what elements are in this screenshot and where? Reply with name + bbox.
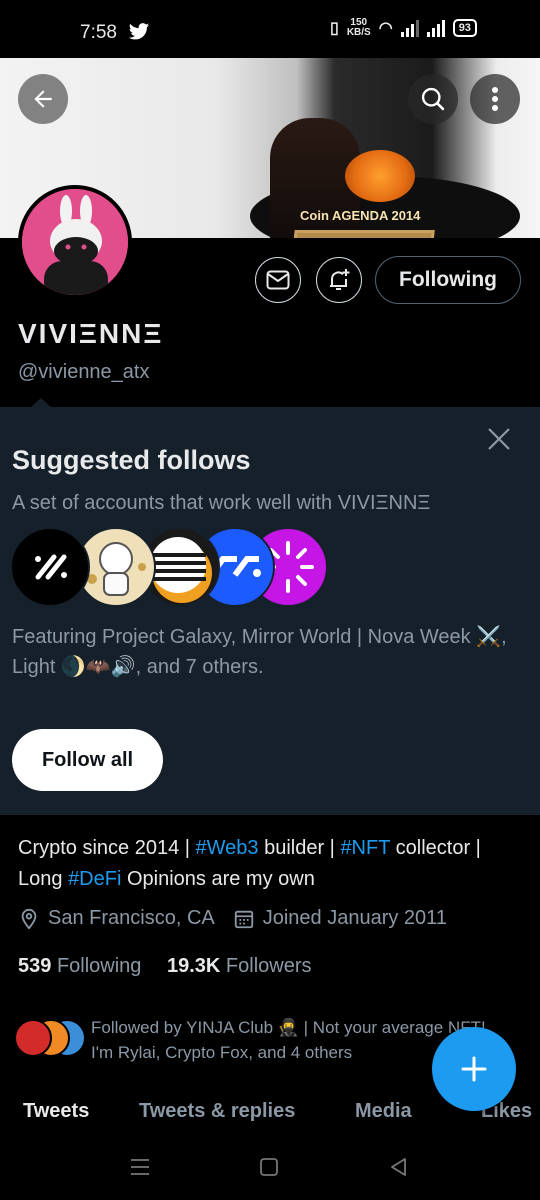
vibrate-icon: ▯ <box>330 20 339 37</box>
followers-count: 19.3K <box>166 955 221 977</box>
wifi-icon: ◠ <box>378 20 393 37</box>
compose-tweet-button[interactable] <box>432 1027 516 1111</box>
slash-logo-icon <box>35 554 67 580</box>
signal-icon <box>400 19 419 37</box>
profile-avatar[interactable] <box>18 185 132 299</box>
banner-flowers <box>345 150 415 202</box>
follow-counts: 539 Following 19.3K Followers <box>18 955 312 978</box>
menu-lines-icon <box>131 1159 149 1175</box>
search-icon <box>421 87 445 111</box>
display-name: VIVIΞNNΞ <box>18 318 164 349</box>
plus-icon <box>461 1056 487 1082</box>
banner-cake <box>289 230 435 238</box>
bio-text: Crypto since 2014 | <box>18 837 196 859</box>
mutual-avatar <box>14 1019 52 1057</box>
signal-icon-2 <box>426 19 445 37</box>
close-suggestions-button[interactable] <box>482 422 516 456</box>
system-back-button[interactable] <box>381 1152 417 1182</box>
following-label: Following <box>56 955 142 977</box>
bio-text: Opinions are my own <box>121 868 315 890</box>
suggested-follows-subtitle: A set of accounts that work well with VI… <box>12 492 431 514</box>
location-text: San Francisco, CA <box>48 907 215 929</box>
following-count: 539 <box>18 955 52 977</box>
featuring-text: Featuring Project Galaxy, Mirror World |… <box>12 626 507 678</box>
more-vertical-icon <box>492 87 498 111</box>
followed-by-text[interactable]: Followed by YINJA Club 🥷 | Not your aver… <box>91 1015 491 1065</box>
banner-caption: Coin AGENDA 2014 <box>300 208 421 223</box>
triangle-back-icon <box>391 1158 406 1176</box>
followers-count-link[interactable]: 19.3K Followers <box>167 955 312 977</box>
following-count-link[interactable]: 539 Following <box>18 955 141 977</box>
location-pin-icon <box>21 908 37 930</box>
hashtag-link[interactable]: #Web3 <box>196 837 259 859</box>
avatar-bunny-image <box>22 189 128 295</box>
more-options-button[interactable] <box>470 74 520 124</box>
suggested-follows-title: Suggested follows <box>12 445 251 475</box>
status-time: 7:58 <box>80 22 117 43</box>
hashtag-link[interactable]: #DeFi <box>68 868 121 890</box>
profile-bio: Crypto since 2014 | #Web3 builder | #NFT… <box>18 833 523 895</box>
net-speed-unit: KB/S <box>346 27 371 38</box>
hashtag-link[interactable]: #NFT <box>340 837 390 859</box>
arrow-left-icon <box>34 90 52 108</box>
envelope-icon <box>266 270 290 290</box>
search-button[interactable] <box>408 74 458 124</box>
home-button[interactable] <box>251 1152 287 1182</box>
tab-media[interactable]: Media <box>355 1100 412 1123</box>
status-icons: ▯ 150 KB/S ◠ 93 <box>330 18 477 38</box>
back-button[interactable] <box>18 74 68 124</box>
message-button[interactable] <box>255 257 301 303</box>
panel-caret <box>30 398 52 408</box>
joined-text: Joined January 2011 <box>262 907 447 929</box>
suggested-account-avatar[interactable] <box>10 527 90 607</box>
user-handle: @vivienne_atx <box>18 361 150 383</box>
close-icon <box>488 428 510 450</box>
bell-plus-icon <box>330 269 350 290</box>
recents-button[interactable] <box>122 1152 158 1182</box>
battery-indicator: 93 <box>452 19 477 37</box>
follow-all-button[interactable]: Follow all <box>12 729 163 791</box>
tab-tweets-replies[interactable]: Tweets & replies <box>139 1100 295 1123</box>
calendar-icon <box>234 910 253 928</box>
bio-text: builder | <box>258 837 341 859</box>
network-speed: 150 KB/S <box>347 18 371 38</box>
tab-tweets[interactable]: Tweets <box>23 1100 89 1123</box>
mutual-followers-avatars[interactable] <box>14 1019 86 1059</box>
twitter-bird-icon <box>128 23 150 40</box>
followers-label: Followers <box>225 955 312 977</box>
profile-meta-row: San Francisco, CA Joined January 2011 <box>18 907 447 930</box>
notifications-button[interactable] <box>316 257 362 303</box>
following-button[interactable]: Following <box>375 256 521 304</box>
square-icon <box>260 1158 278 1176</box>
